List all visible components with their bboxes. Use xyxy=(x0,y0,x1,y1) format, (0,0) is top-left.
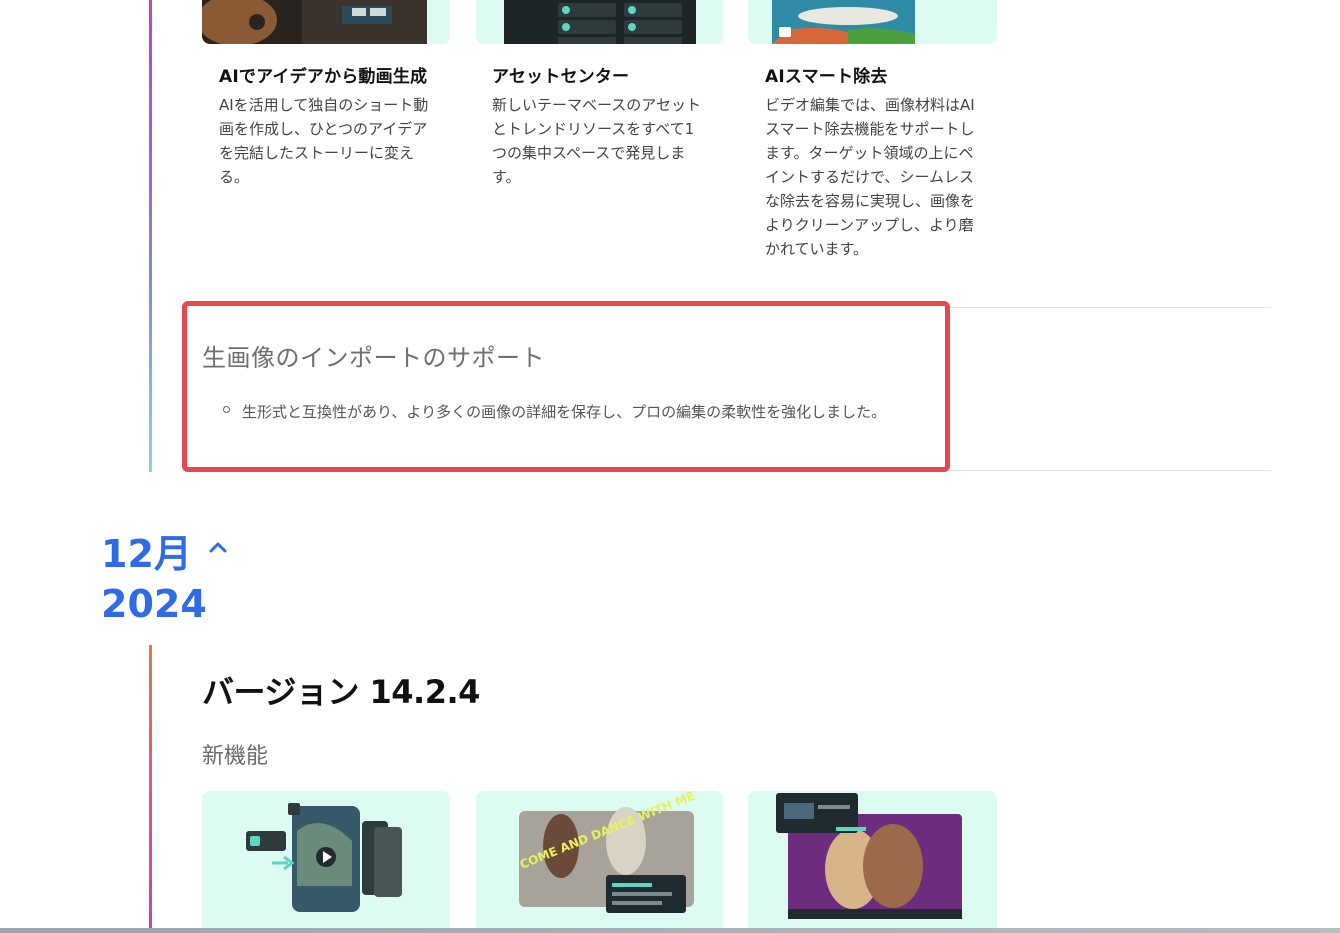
card-description-ai-idea-to-video: AIを活用して独自のショート動画を作成し、ひとつのアイデアを完結したストーリーに… xyxy=(219,96,429,186)
dance-video-image: COME AND DANCE WITH ME xyxy=(476,791,723,933)
card-title-asset-center: アセットセンター xyxy=(492,67,630,87)
card-description-ai-smart-removal: ビデオ編集では、画像材料はAIスマート除去機能をサポートします。ターゲット領域の… xyxy=(765,96,976,258)
new-features-label: 新機能 xyxy=(202,744,269,769)
year-label: 2024 xyxy=(101,582,207,626)
card-description-asset-center: 新しいテーマベースのアセットとトレンドリソースをすべて1つの集中スペースで発見し… xyxy=(492,96,701,186)
month-label: 12月 xyxy=(101,532,192,576)
card-title-ai-smart-removal: AIスマート除去 xyxy=(765,67,888,87)
guitar-scene-image xyxy=(202,0,450,44)
asset-center-ui-image xyxy=(476,0,723,44)
card-thumbnail-asset-center xyxy=(476,0,723,44)
bottom-scroll-strip xyxy=(0,928,1340,933)
support-section-title: 生画像のインポートのサポート xyxy=(202,344,545,372)
underwater-fish-image xyxy=(748,0,997,44)
card-thumbnail-ai-smart-removal xyxy=(748,0,997,44)
timeline-line-november xyxy=(149,0,152,472)
image-icon xyxy=(779,27,791,37)
version-title: バージョン 14.2.4 xyxy=(202,673,480,711)
card-thumbnail-release-1 xyxy=(202,791,450,933)
music-video-phone-image xyxy=(202,791,450,933)
couple-kiss-image xyxy=(748,791,997,933)
card-thumbnail-release-2: COME AND DANCE WITH ME xyxy=(476,791,723,933)
chevron-up-icon[interactable] xyxy=(207,536,229,562)
card-thumbnail-ai-idea-to-video xyxy=(202,0,450,44)
card-title-ai-idea-to-video: AIでアイデアから動画生成 xyxy=(219,67,428,87)
support-section-bullet: 生形式と互換性があり、より多くの画像の詳細を保存し、プロの編集の柔軟性を強化しま… xyxy=(242,403,887,421)
card-thumbnail-release-3 xyxy=(748,791,997,933)
bullet-icon xyxy=(223,406,230,413)
timeline-line-december xyxy=(149,645,152,933)
highlighted-section-raw-image-support: 生画像のインポートのサポート 生形式と互換性があり、より多くの画像の詳細を保存し… xyxy=(182,301,950,472)
